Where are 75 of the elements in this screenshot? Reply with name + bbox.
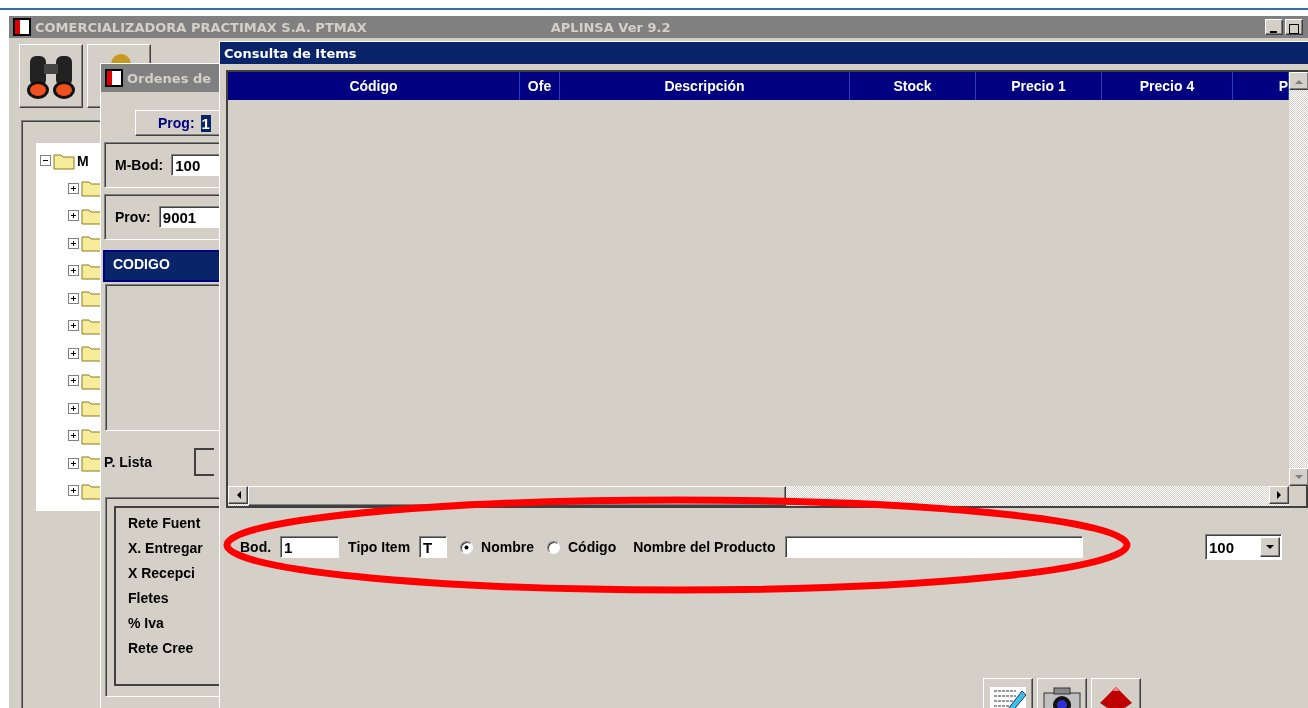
- input-field[interactable]: [194, 448, 214, 476]
- expand-toggle-icon[interactable]: [68, 237, 79, 249]
- field-label: Prov:: [115, 209, 151, 225]
- folder-icon: [81, 426, 103, 445]
- field-label: M-Bod:: [115, 157, 164, 173]
- total-label: Rete Cree: [128, 639, 195, 658]
- folder-icon: [81, 399, 103, 418]
- folder-icon: [81, 234, 103, 253]
- scroll-left-icon: [235, 491, 241, 499]
- column-header[interactable]: Precio 4: [1102, 72, 1233, 100]
- field-label: Bod.: [240, 539, 272, 555]
- maximize-button[interactable]: [1285, 19, 1303, 35]
- caret-icon: [1266, 544, 1274, 550]
- radio-option[interactable]: Nombre: [460, 539, 534, 555]
- column-header: CODIGO: [103, 250, 221, 282]
- expand-toggle-icon[interactable]: [68, 485, 79, 497]
- expand-toggle-icon[interactable]: [68, 430, 79, 442]
- input-field[interactable]: 100: [171, 154, 221, 176]
- version-label: APLINSA Ver 9.2: [550, 19, 671, 35]
- column-header[interactable]: Precio 1: [976, 72, 1102, 100]
- folder-icon: [81, 316, 103, 335]
- folder-icon: [81, 371, 103, 390]
- expand-toggle-icon[interactable]: [68, 292, 79, 304]
- field-label: P. Lista: [104, 454, 152, 470]
- expand-toggle-icon[interactable]: [68, 265, 79, 277]
- column-header[interactable]: Descripción: [560, 72, 850, 100]
- camera-icon: [1042, 685, 1082, 708]
- folder-icon: [81, 289, 103, 308]
- expand-toggle-icon[interactable]: [68, 347, 79, 359]
- window-title: Consulta de Items: [224, 45, 357, 61]
- expand-toggle-icon[interactable]: [68, 182, 79, 194]
- total-label: X. Entregar: [128, 539, 204, 558]
- field-label: Prog:: [158, 115, 195, 131]
- tree-item[interactable]: M: [77, 152, 89, 169]
- input-field[interactable]: 1: [280, 536, 340, 558]
- limit-dropdown[interactable]: 100: [1205, 534, 1282, 560]
- expand-toggle-icon[interactable]: [68, 402, 79, 414]
- column-header[interactable]: Stock: [850, 72, 976, 100]
- total-label: Rete Fuent: [128, 514, 202, 533]
- column-header[interactable]: Ofe: [520, 72, 560, 100]
- window-title: COMERCIALIZADORA PRACTIMAX S.A. PTMAX: [35, 19, 367, 35]
- prog-value: 1: [200, 114, 211, 132]
- total-label: % Iva: [128, 614, 165, 633]
- toolbar-button[interactable]: [19, 44, 83, 108]
- product-name-field[interactable]: [784, 536, 1083, 558]
- column-header[interactable]: Código: [228, 72, 520, 100]
- scroll-right-icon: [1276, 491, 1282, 499]
- scroll-up-icon: [1295, 78, 1303, 84]
- expand-toggle-icon[interactable]: [68, 375, 79, 387]
- total-label: X Recepci: [128, 564, 196, 583]
- folder-icon: [53, 151, 75, 170]
- minimize-icon: [1270, 30, 1278, 34]
- expand-toggle-icon[interactable]: [68, 320, 79, 332]
- folder-icon: [81, 344, 103, 363]
- folder-icon: [81, 179, 103, 198]
- vertical-scrollbar[interactable]: [1289, 72, 1308, 486]
- folder-icon: [81, 481, 103, 500]
- field-label: Tipo Item: [348, 539, 411, 555]
- total-label: Fletes: [128, 589, 170, 608]
- field-label: Nombre del Producto: [633, 539, 776, 555]
- expand-toggle-icon[interactable]: [68, 210, 79, 222]
- folder-icon: [81, 206, 103, 225]
- minimize-button[interactable]: [1265, 19, 1283, 35]
- app-icon: [105, 69, 123, 87]
- radio-option[interactable]: Código: [547, 539, 617, 555]
- input-field[interactable]: 9001: [158, 206, 219, 228]
- app-icon: [13, 18, 31, 36]
- window-title: Ordenes de: [127, 70, 212, 86]
- folder-icon: [81, 454, 103, 473]
- collapse-toggle-icon[interactable]: [40, 155, 51, 167]
- folder-icon: [81, 261, 103, 280]
- input-field[interactable]: T: [419, 536, 448, 558]
- scroll-down-icon: [1295, 474, 1303, 480]
- expand-toggle-icon[interactable]: [68, 457, 79, 469]
- maximize-icon: [1289, 24, 1299, 34]
